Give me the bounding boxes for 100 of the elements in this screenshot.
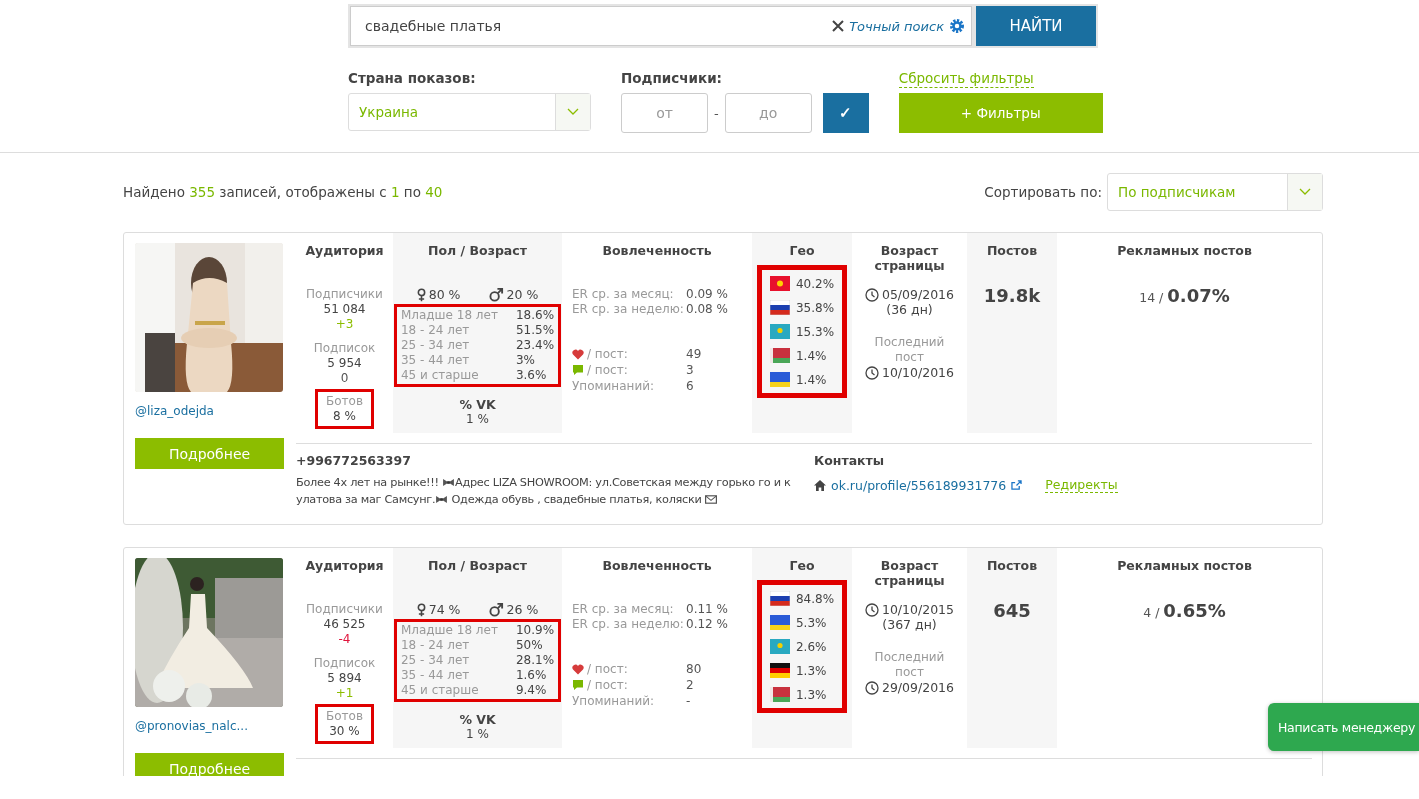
bots-value: 30 % <box>329 724 360 739</box>
filters-button[interactable]: + Фильтры <box>898 93 1103 133</box>
column-header: Пол / Возраст <box>428 558 527 575</box>
geo-share: 2.6% <box>795 639 827 654</box>
column-header: Постов <box>986 558 1038 575</box>
last-post-label: Последний пост <box>873 650 946 680</box>
page-age: (367 дн) <box>882 617 937 632</box>
er-month-label: ER ср. за месяц: <box>572 602 675 617</box>
age-group-share: 10.9% <box>515 623 555 638</box>
heart-icon <box>572 348 584 360</box>
vk-value: 1 % <box>466 727 489 742</box>
comments-value: 3 <box>686 362 695 378</box>
female-share: 74 % <box>428 602 461 617</box>
mentions-value: - <box>686 693 692 709</box>
geo-share: 1.3% <box>795 663 827 678</box>
er-week-value: 0.12 % <box>686 617 729 632</box>
clock-icon <box>864 287 879 302</box>
phone-number: +996772563397 <box>296 453 412 468</box>
age-group-label: 35 - 44 лет <box>400 668 471 683</box>
geo-share: 1.4% <box>795 348 827 363</box>
age-group-label: 45 и старше <box>400 683 480 698</box>
sort-label: Сортировать по: <box>984 184 1102 200</box>
bots-value: 8 % <box>333 409 356 424</box>
geo-share: 1.4% <box>795 372 827 387</box>
male-icon <box>488 287 504 302</box>
clock-icon <box>864 602 879 617</box>
age-group-share: 18.6% <box>515 308 555 323</box>
search-field[interactable]: свадебные платья Точный поиск <box>350 6 972 46</box>
female-icon <box>416 287 426 302</box>
er-week-value: 0.08 % <box>686 302 729 317</box>
column-header: Возраст страницы <box>873 558 946 588</box>
settings-icon[interactable] <box>949 18 965 34</box>
ad-posts-count: 4 / <box>1143 605 1160 620</box>
page-description: Более 4х лет на рынке!!! Адрес LIZA SHOWROOM: ул.Советская между горько го и кулатова за маг Самсунг. Одежда обувь , свадебные платья, коляски <box>296 475 792 508</box>
female-share: 80 % <box>428 287 461 302</box>
comments-label: / пост: <box>587 362 628 378</box>
clear-icon[interactable] <box>832 20 845 32</box>
comments-value: 2 <box>686 677 695 693</box>
caret-icon <box>1299 188 1311 196</box>
subscriptions-change: +1 <box>335 686 354 701</box>
age-group-share: 3.6% <box>515 368 548 383</box>
vk-value: 1 % <box>466 412 489 427</box>
age-group-label: 18 - 24 лет <box>400 638 471 653</box>
age-group-label: 45 и старше <box>400 368 480 383</box>
likes-value: 80 <box>686 661 703 677</box>
reset-filters-link[interactable]: Сбросить фильтры <box>898 70 1034 88</box>
subscribers-label: Подписчики: <box>621 70 723 88</box>
geo-share: 15.3% <box>795 324 835 339</box>
subscribers-change: +3 <box>335 317 354 332</box>
column-header: Аудитория <box>305 243 384 260</box>
sort-select[interactable]: По подписчикам <box>1107 173 1323 211</box>
column-header: Рекламных постов <box>1117 243 1252 260</box>
comment-icon <box>572 364 584 376</box>
page-age: (36 дн) <box>886 302 933 317</box>
to-field[interactable]: до <box>724 93 812 133</box>
subscriptions-label: Подписок <box>313 656 376 671</box>
details-button[interactable]: Подробнее <box>135 438 284 469</box>
home-icon <box>814 479 826 491</box>
comments-label: / пост: <box>587 677 628 693</box>
geo-share: 40.2% <box>795 276 835 291</box>
caret-icon <box>567 108 579 116</box>
geo-share: 5.3% <box>795 615 827 630</box>
subscribers-count: 51 084 <box>323 302 366 317</box>
chat-button[interactable]: Написать менеджеру <box>1268 703 1419 751</box>
mentions-label: Упоминаний: <box>572 693 656 709</box>
redirects-link[interactable]: Редиректы <box>1045 477 1118 493</box>
last-post-label: Последний пост <box>873 335 946 365</box>
column-header: Гео <box>789 243 815 260</box>
posts-count: 645 <box>993 600 1031 621</box>
age-group-label: Младше 18 лет <box>400 308 498 323</box>
country-label: Страна показов: <box>348 70 477 88</box>
created-date: 10/10/2015 <box>881 602 954 617</box>
age-group-share: 3% <box>515 353 536 368</box>
subscriptions-count: 5 894 <box>327 671 362 686</box>
created-date: 05/09/2016 <box>881 287 954 302</box>
er-week-label: ER ср. за неделю: <box>572 302 685 317</box>
details-button[interactable]: Подробнее <box>135 753 284 776</box>
profile-handle-link[interactable]: @pronovias_nalc... <box>135 719 285 733</box>
clock-icon <box>864 365 879 380</box>
age-group-label: Младше 18 лет <box>400 623 498 638</box>
likes-value: 49 <box>686 346 703 362</box>
age-group-share: 51.5% <box>515 323 555 338</box>
ad-posts-share: 0.65% <box>1163 600 1226 621</box>
age-group-label: 35 - 44 лет <box>400 353 471 368</box>
profile-handle-link[interactable]: @liza_odejda <box>135 404 285 418</box>
exact-search-link[interactable]: Точный поиск <box>849 18 944 34</box>
from-field[interactable]: от <box>621 93 708 133</box>
profile-link[interactable]: ok.ru/profile/556189931776 <box>831 477 1007 493</box>
column-header: Возраст страницы <box>873 243 946 273</box>
age-group-share: 23.4% <box>515 338 555 353</box>
male-icon <box>488 602 504 617</box>
search-button[interactable]: НАЙТИ <box>976 6 1096 46</box>
vk-label: % VK <box>459 397 496 412</box>
column-header: Постов <box>986 243 1038 260</box>
subscribers-label: Подписчики <box>306 602 383 617</box>
ad-posts-count: 14 / <box>1139 290 1164 305</box>
country-select[interactable]: Украина <box>348 93 591 131</box>
external-link-icon[interactable] <box>1011 480 1023 490</box>
apply-button[interactable]: ✓ <box>822 93 869 133</box>
bots-label: Ботов <box>326 709 363 724</box>
